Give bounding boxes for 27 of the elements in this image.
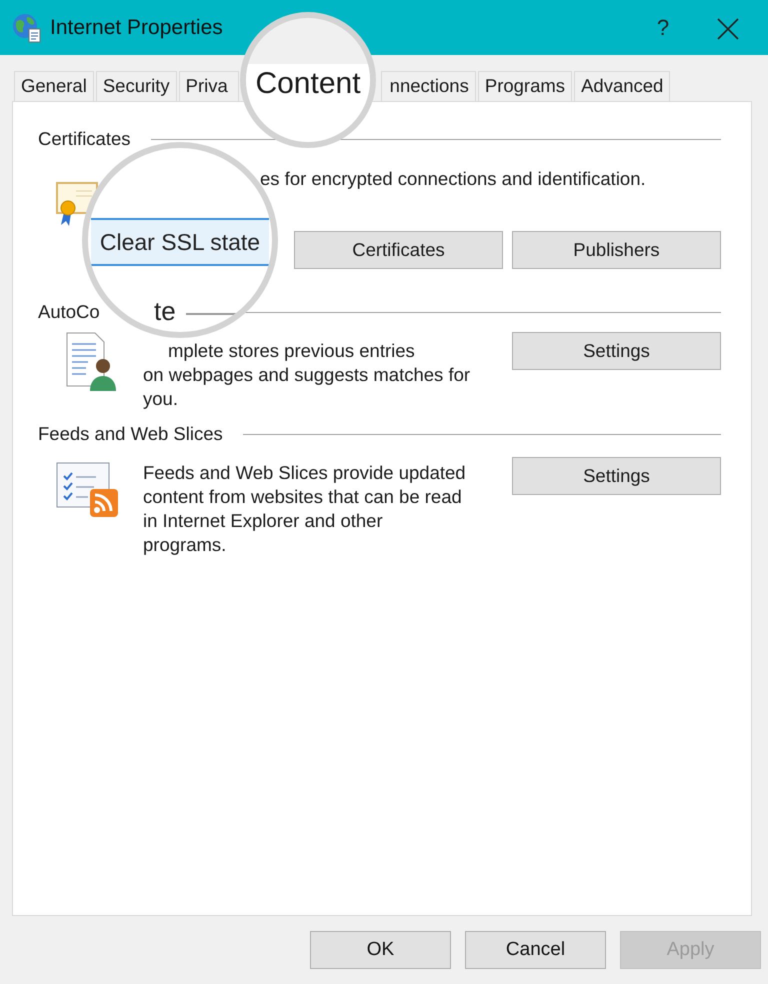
section-heading: AutoCo	[38, 300, 100, 324]
description-text: Feeds and Web Slices provide updated content from websites that can be read in Internet Explorer and other programs.	[143, 461, 467, 557]
tab[interactable]: Priva	[178, 71, 239, 101]
section-heading: Certificates	[38, 127, 131, 152]
document-person-icon	[66, 332, 118, 392]
feed-icon	[56, 462, 120, 518]
close-icon	[717, 18, 739, 40]
help-button[interactable]: ?	[643, 11, 683, 44]
tab[interactable]: Advanced	[574, 71, 670, 101]
settings-button[interactable]: Settings	[512, 457, 721, 495]
dialog-button[interactable]: OK	[310, 931, 451, 969]
tab[interactable]: General	[14, 71, 94, 101]
description-text: es for encrypted connections and identification.	[260, 167, 646, 191]
section-heading: Feeds and Web Slices	[38, 422, 223, 446]
tab[interactable]: Content	[246, 64, 370, 142]
window-title: Internet Properties	[50, 14, 223, 41]
tab[interactable]: Security	[96, 71, 177, 101]
clear-ssl-button[interactable]: Clear SSL state	[91, 218, 269, 266]
magnified-text: te	[154, 298, 176, 324]
dialog-button[interactable]: Cancel	[465, 931, 606, 969]
action-button[interactable]: Certificates	[294, 231, 503, 269]
tab[interactable]: Programs	[478, 71, 572, 101]
description-text: mplete stores previous entries on webpages and suggests matches for you.	[143, 339, 472, 411]
globe-icon	[12, 12, 42, 42]
tab[interactable]: nnections	[380, 71, 476, 101]
action-button[interactable]: Publishers	[512, 231, 721, 269]
settings-button[interactable]: Settings	[512, 332, 721, 370]
